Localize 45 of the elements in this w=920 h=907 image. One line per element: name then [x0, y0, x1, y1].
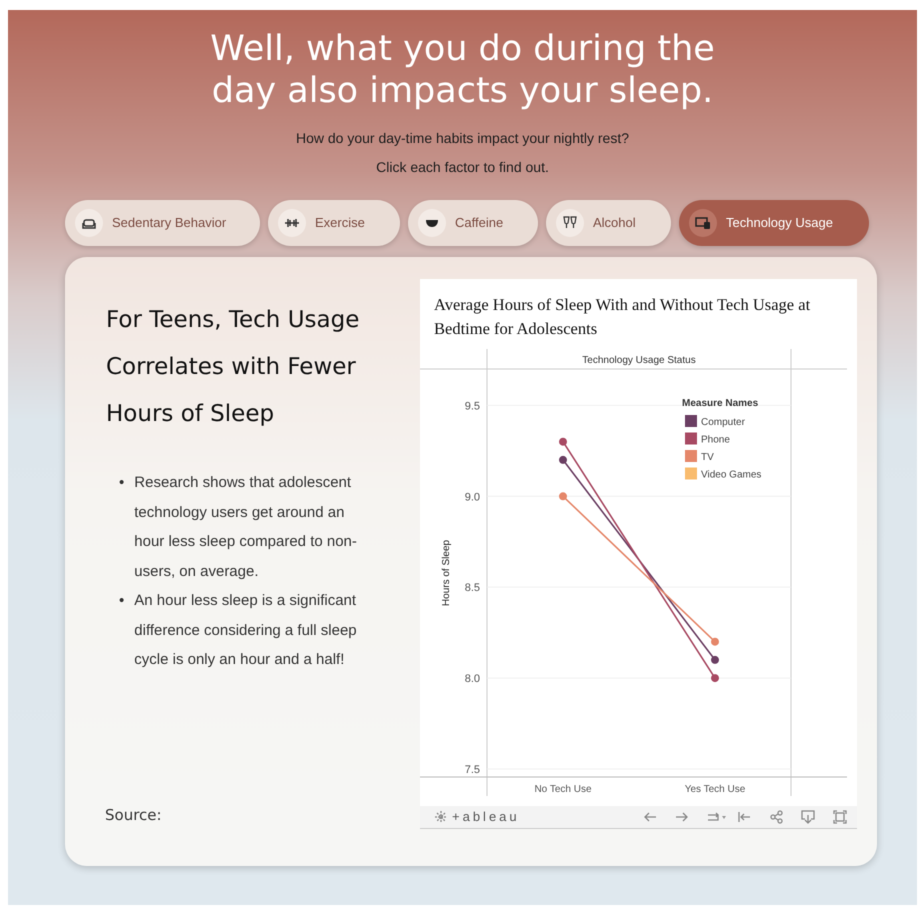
data-point [559, 456, 567, 464]
glasses-icon [562, 215, 578, 231]
instruction-text: Click each factor to find out. [376, 159, 549, 175]
legend-title: Measure Names [682, 398, 758, 409]
x-tick-label: No Tech Use [534, 784, 592, 795]
legend-label: Computer [701, 417, 745, 428]
y-tick-label: 9.0 [464, 491, 480, 504]
bullet-text: Research shows that adolescent technology users get around an hour less sleep compared to non-users, on average. [134, 473, 358, 582]
data-point [711, 656, 719, 664]
fullscreen-icon[interactable] [833, 810, 847, 824]
subtitle: How do your day-time habits impact your nightly rest? [296, 130, 630, 146]
x-tick-label: Yes Tech Use [684, 784, 746, 795]
factor-tab[interactable]: Technology Usage [679, 200, 869, 246]
bullet-text: An hour less sleep is a significant difference considering a full sleep cycle is only an hour and a half! [134, 591, 358, 670]
y-tick-label: 8.5 [464, 582, 480, 594]
bullet-marker: • [119, 591, 124, 611]
axis-title: Technology Usage Status [582, 355, 696, 366]
data-point [711, 638, 719, 646]
data-point [559, 492, 567, 500]
y-axis-title: Hours of Sleep [441, 540, 452, 606]
data-point [559, 438, 567, 446]
page-title: Well, what you do during the day also impacts your sleep. [209, 28, 716, 112]
y-tick-label: 9.5 [464, 400, 480, 412]
undo-icon[interactable] [643, 810, 657, 824]
factor-tab[interactable]: Alcohol [546, 200, 671, 246]
devices-icon [695, 215, 711, 231]
factor-tab[interactable]: Exercise [268, 200, 400, 246]
source-label: Source: [105, 804, 163, 826]
data-point [711, 674, 719, 682]
y-tick-label: 8.0 [464, 673, 480, 686]
bullet-marker: • [119, 473, 124, 493]
y-tick-label: 7.5 [464, 764, 480, 776]
legend-label: TV [701, 452, 714, 463]
reset-icon[interactable] [737, 810, 751, 824]
legend-label: Phone [701, 434, 730, 446]
share-icon[interactable] [769, 810, 783, 824]
legend-label: Video Games [701, 470, 762, 480]
factor-tab[interactable]: Sedentary Behavior [65, 200, 260, 246]
tableau-logo: +ableau [452, 808, 520, 826]
sparkle-logo-icon [434, 810, 448, 824]
chart-title: Average Hours of Sleep With and Without Tech Usage at Bedtime for Adolescents [433, 294, 812, 340]
download-icon[interactable] [801, 810, 815, 824]
factor-tab[interactable]: Caffeine [408, 200, 538, 246]
panel-heading: For Teens, Tech Usage Correlates with Fewer Hours of Sleep [106, 306, 360, 429]
redo-icon[interactable] [675, 810, 689, 824]
